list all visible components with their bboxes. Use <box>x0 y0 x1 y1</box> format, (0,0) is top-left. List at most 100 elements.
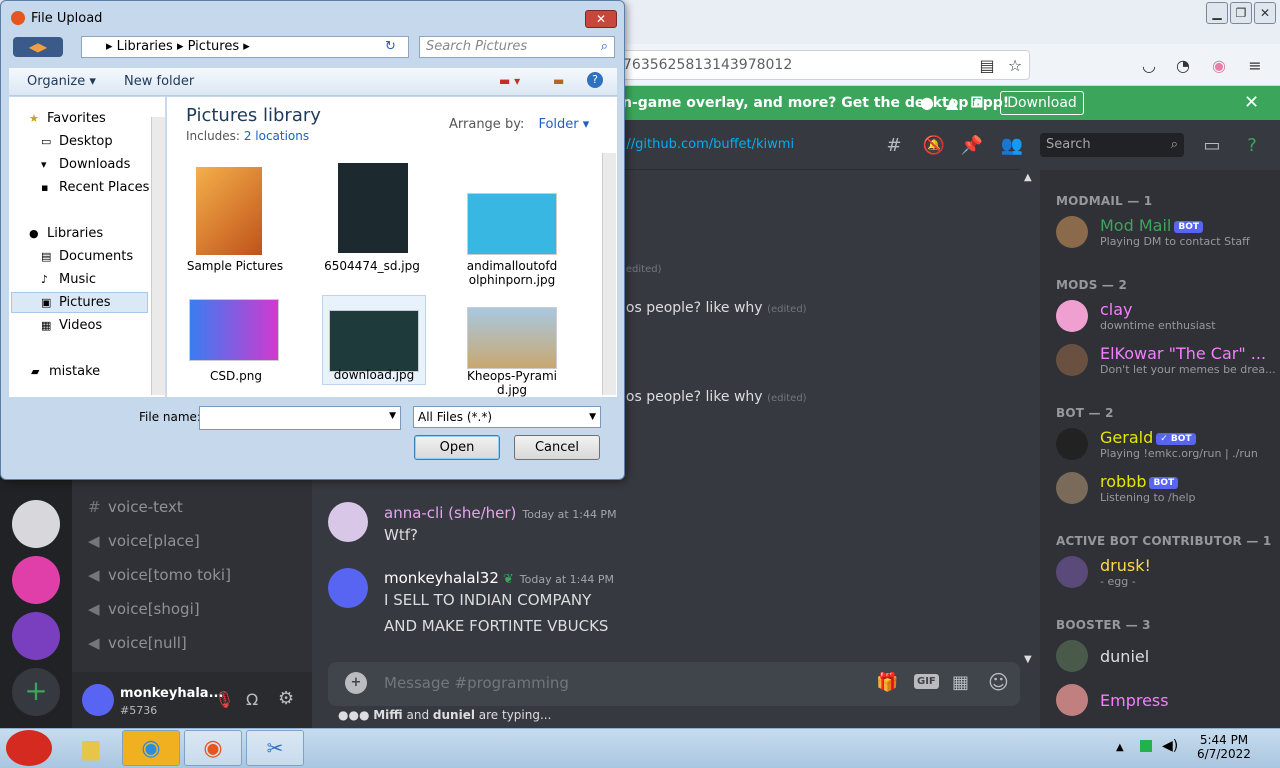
pin-icon[interactable]: 📌 <box>960 133 984 157</box>
emoji-icon[interactable]: ☺ <box>988 670 1009 694</box>
new-folder-button[interactable]: New folder <box>124 74 194 89</box>
tray-expand-icon[interactable]: ▲ <box>1116 742 1124 753</box>
channel-topic-link[interactable]: ://github.com/buffet/kiwmi <box>622 137 794 152</box>
network-tray-icon[interactable] <box>1140 740 1152 752</box>
avatar[interactable] <box>1056 300 1088 332</box>
file-type-select[interactable]: All Files (*.*) ▼ <box>413 406 601 428</box>
preview-pane-icon[interactable]: ▬ <box>553 74 564 88</box>
restore-button[interactable]: ❐ <box>1230 2 1252 24</box>
channel-item[interactable]: ◀ voice[place] <box>88 532 200 550</box>
start-button[interactable] <box>6 730 52 766</box>
gear-icon[interactable]: ⚙ <box>278 688 294 709</box>
cancel-button[interactable]: Cancel <box>514 435 600 460</box>
view-options-icon[interactable]: ▬ ▾ <box>499 74 520 88</box>
file-item[interactable]: download.jpg <box>322 295 426 385</box>
avatar[interactable] <box>1056 344 1088 376</box>
bookmark-star-icon[interactable]: ☆ <box>1004 54 1026 76</box>
firefox-taskbar-icon[interactable]: ◉ <box>184 730 242 766</box>
member-name[interactable]: duniel <box>1100 647 1149 666</box>
help-icon[interactable]: ? <box>1240 133 1264 157</box>
nav-scrollbar[interactable] <box>151 117 165 395</box>
nav-favorites[interactable]: ★ Favorites <box>29 111 106 126</box>
sticker-icon[interactable]: ▦ <box>952 672 969 693</box>
breadcrumb[interactable]: ▸ Libraries ▸ Pictures ▸ <box>81 36 409 58</box>
paint-taskbar-icon[interactable]: ✂ <box>246 730 304 766</box>
file-item[interactable]: 6504474_sd.jpg <box>321 163 425 283</box>
member-name[interactable]: Empress <box>1100 691 1169 710</box>
folder-taskbar-icon[interactable]: ▆ <box>62 730 120 766</box>
add-server-icon[interactable]: + <box>12 668 60 716</box>
member-name[interactable]: ElKowar "The Car" ... <box>1100 344 1266 363</box>
avatar[interactable] <box>328 568 368 608</box>
gift-icon[interactable]: 🎁 <box>876 672 898 693</box>
avatar[interactable] <box>1056 216 1088 248</box>
channel-item[interactable]: ◀ voice[null] <box>88 634 187 652</box>
nav-music[interactable]: ♪ Music <box>41 272 96 287</box>
reader-view-icon[interactable]: ▤ <box>976 54 998 76</box>
server-icon[interactable] <box>12 556 60 604</box>
nav-pictures[interactable]: ▣ Pictures <box>41 295 110 310</box>
avatar[interactable] <box>1056 640 1088 672</box>
channel-item[interactable]: ◀ voice[tomo toki] <box>88 566 231 584</box>
message-author[interactable]: anna-cli (she/her) <box>384 504 516 522</box>
clock[interactable]: 5:44 PM 6/7/2022 <box>1196 733 1252 761</box>
refresh-icon[interactable]: ↻ <box>385 39 396 54</box>
dialog-close-button[interactable]: ✕ <box>585 10 617 28</box>
open-button[interactable]: Open <box>414 435 500 460</box>
download-button[interactable]: Download <box>1000 91 1084 115</box>
nav-documents[interactable]: ▤ Documents <box>41 249 133 264</box>
search-input[interactable]: Search Pictures ⌕ <box>419 36 615 58</box>
help-icon[interactable]: ? <box>587 72 603 88</box>
close-window-button[interactable]: ✕ <box>1254 2 1276 24</box>
member-name[interactable]: robbb BOT <box>1100 472 1179 491</box>
member-name[interactable]: Gerald ✓ BOT <box>1100 428 1196 447</box>
gif-icon[interactable]: GIF <box>914 674 939 689</box>
avatar[interactable] <box>1056 556 1088 588</box>
inbox-icon[interactable]: ▭ <box>1200 133 1224 157</box>
notification-bell-icon[interactable]: 🔕 <box>922 133 946 157</box>
server-icon[interactable] <box>12 500 60 548</box>
nav-mistake[interactable]: ▰ mistake <box>31 364 100 379</box>
file-item[interactable]: CSD.png <box>181 297 291 387</box>
file-item[interactable]: Kheops-Pyrami d.jpg <box>457 297 567 397</box>
avatar[interactable] <box>1056 428 1088 460</box>
member-name[interactable]: drusk! <box>1100 556 1151 575</box>
members-icon[interactable]: 👥 <box>1000 133 1024 157</box>
nav-recent-places[interactable]: ▪ Recent Places <box>41 180 149 195</box>
member-name[interactable]: Mod Mail BOT <box>1100 216 1203 235</box>
threads-icon[interactable]: # <box>882 133 906 157</box>
nav-videos[interactable]: ▦ Videos <box>41 318 102 333</box>
scroll-down-icon[interactable]: ▼ <box>1024 654 1032 665</box>
avatar[interactable] <box>1056 472 1088 504</box>
avatar[interactable] <box>328 502 368 542</box>
server-icon[interactable] <box>12 612 60 660</box>
file-name-input[interactable]: ▼ <box>199 406 401 430</box>
pocket-icon[interactable]: ◡ <box>1138 54 1160 76</box>
headphones-icon[interactable]: Ω <box>246 690 258 709</box>
url-bar[interactable]: 7635625813143978012 <box>610 50 1030 80</box>
extension-icon[interactable]: ◔ <box>1172 54 1194 76</box>
mute-icon[interactable]: 🎙 <box>214 690 234 709</box>
channel-item[interactable]: ◀ voice[shogi] <box>88 600 200 618</box>
menu-icon[interactable]: ≡ <box>1244 54 1266 76</box>
minimize-button[interactable]: ▁ <box>1206 2 1228 24</box>
message-author[interactable]: monkeyhalal32 <box>384 569 499 587</box>
file-item[interactable]: andimalloutofd olphinporn.jpg <box>457 163 567 293</box>
scroll-up-icon[interactable]: ▲ <box>1024 172 1032 183</box>
locations-link[interactable]: 2 locations <box>244 129 309 143</box>
attach-plus-icon[interactable]: + <box>345 672 367 694</box>
member-name[interactable]: clay <box>1100 300 1133 319</box>
avatar[interactable] <box>82 684 114 716</box>
chrome-taskbar-icon[interactable]: ◉ <box>122 730 180 766</box>
organize-button[interactable]: Organize ▾ <box>27 74 96 89</box>
avatar[interactable] <box>1056 684 1088 716</box>
channel-item[interactable]: # voice-text <box>88 498 183 516</box>
file-item[interactable]: Sample Pictures <box>186 163 286 283</box>
chevron-down-icon[interactable]: ▼ <box>389 411 396 421</box>
nav-desktop[interactable]: ▭ Desktop <box>41 134 113 149</box>
close-icon[interactable]: ✕ <box>1244 92 1259 113</box>
search-input[interactable]: Search ⌕ <box>1040 133 1184 157</box>
nav-libraries[interactable]: ● Libraries <box>29 226 103 241</box>
volume-icon[interactable]: ◀) <box>1162 738 1178 754</box>
back-forward-icon[interactable]: ◀▶ <box>13 37 63 57</box>
